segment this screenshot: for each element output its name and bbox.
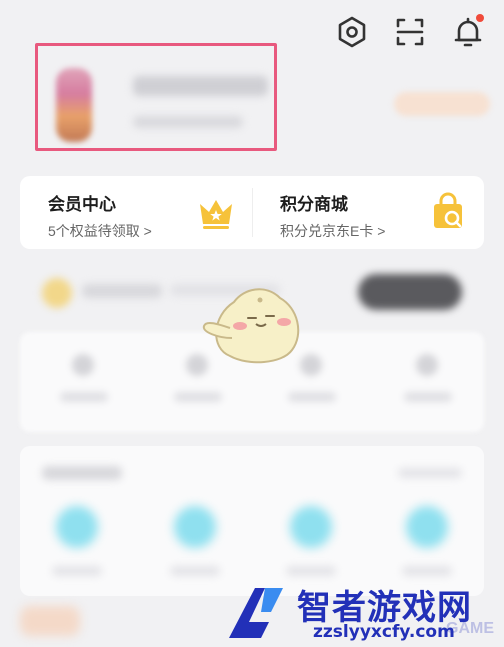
blurred-user-info xyxy=(133,116,243,128)
profile-highlight-box[interactable] xyxy=(35,43,277,151)
blurred-section-title xyxy=(42,466,122,480)
watermark-url: zzslyyxcfy.com xyxy=(313,622,455,642)
blurred-shortcut-label xyxy=(60,392,108,402)
blurred-recommend-label xyxy=(52,566,102,576)
blurred-recommend-icon[interactable] xyxy=(290,506,332,548)
scan-icon[interactable] xyxy=(392,14,428,50)
blurred-recommend-card xyxy=(20,446,484,596)
member-center-entry[interactable]: 会员中心 5个权益待领取 > xyxy=(20,176,252,249)
blurred-recommend-label xyxy=(286,566,336,576)
avatar[interactable] xyxy=(56,68,92,142)
blurred-shortcut-icon[interactable] xyxy=(416,354,438,376)
shopping-bag-icon xyxy=(426,190,470,234)
member-card: 会员中心 5个权益待领取 > 积分商城 积分兑京东E卡 > xyxy=(20,176,484,249)
notification-dot xyxy=(476,14,484,22)
site-watermark: 智者游戏网 GAME zzslyyxcfy.com xyxy=(225,578,504,647)
blurred-recommend-icon[interactable] xyxy=(174,506,216,548)
blurred-text xyxy=(82,284,162,298)
mascot-sticker xyxy=(200,278,310,368)
blurred-more-link[interactable] xyxy=(398,468,462,478)
settings-icon[interactable] xyxy=(334,14,370,50)
blurred-bottom-item xyxy=(20,606,80,636)
blurred-pill-button[interactable] xyxy=(394,92,490,116)
blurred-username xyxy=(133,76,268,96)
bell-icon[interactable] xyxy=(450,14,486,50)
points-mall-entry[interactable]: 积分商城 积分兑京东E卡 > xyxy=(252,176,484,249)
blurred-recommend-icon[interactable] xyxy=(56,506,98,548)
crown-icon xyxy=(194,190,238,234)
watermark-logo-icon xyxy=(225,582,297,642)
blurred-shortcut-label xyxy=(404,392,452,402)
blurred-coin-icon xyxy=(42,278,72,308)
blurred-recommend-icon[interactable] xyxy=(406,506,448,548)
blurred-recommend-label xyxy=(170,566,220,576)
blurred-shortcut-label xyxy=(174,392,222,402)
blurred-recommend-label xyxy=(402,566,452,576)
header-icons xyxy=(334,14,486,50)
blurred-shortcut-label xyxy=(288,392,336,402)
blurred-action-button[interactable] xyxy=(358,274,462,310)
blurred-shortcut-icon[interactable] xyxy=(72,354,94,376)
